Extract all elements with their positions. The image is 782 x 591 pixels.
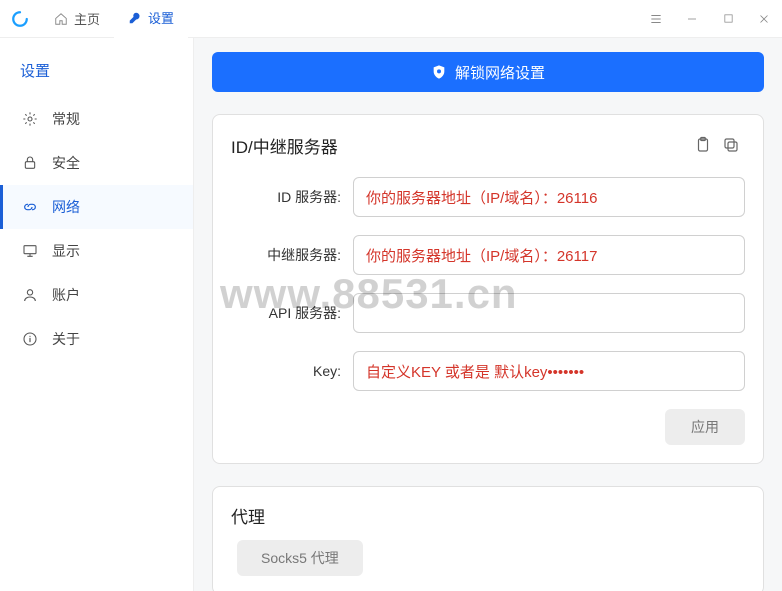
shield-icon: [431, 64, 447, 80]
wrench-icon: [128, 11, 142, 25]
sidebar-item-label: 关于: [52, 329, 80, 349]
unlock-network-button[interactable]: 解锁网络设置: [212, 52, 764, 92]
minimize-button[interactable]: [674, 0, 710, 38]
key-input[interactable]: [353, 351, 745, 391]
gear-icon: [22, 111, 38, 127]
tab-home[interactable]: 主页: [40, 0, 114, 38]
user-icon: [22, 287, 38, 303]
relay-server-card: ID/中继服务器 ID 服务器: 中继服务器: API 服务器:: [212, 114, 764, 464]
sidebar-item-label: 账户: [52, 285, 80, 305]
main-panel: 解锁网络设置 ID/中继服务器 ID 服务器: 中继服务器:: [194, 38, 782, 591]
paste-button[interactable]: [689, 131, 717, 159]
tab-settings-label: 设置: [148, 8, 174, 27]
menu-button[interactable]: [638, 0, 674, 38]
sidebar-item-label: 网络: [52, 197, 80, 217]
copy-button[interactable]: [717, 131, 745, 159]
relay-server-label: 中继服务器:: [231, 245, 353, 265]
relay-card-title: ID/中继服务器: [231, 133, 689, 158]
id-server-input[interactable]: [353, 177, 745, 217]
sidebar: 设置 常规 安全 网络 显示: [0, 38, 194, 591]
titlebar: 主页 设置: [0, 0, 782, 38]
maximize-button[interactable]: [710, 0, 746, 38]
home-icon: [54, 12, 68, 26]
sidebar-item-label: 安全: [52, 153, 80, 173]
socks5-proxy-button[interactable]: Socks5 代理: [237, 540, 363, 576]
proxy-card-title: 代理: [231, 503, 745, 528]
close-button[interactable]: [746, 0, 782, 38]
sidebar-item-general[interactable]: 常规: [0, 97, 193, 141]
api-server-input[interactable]: [353, 293, 745, 333]
app-logo: [0, 10, 40, 28]
sidebar-item-display[interactable]: 显示: [0, 229, 193, 273]
sidebar-item-label: 常规: [52, 109, 80, 129]
sidebar-item-network[interactable]: 网络: [0, 185, 193, 229]
lock-icon: [22, 155, 38, 171]
tab-settings[interactable]: 设置: [114, 0, 188, 38]
sidebar-title: 设置: [0, 50, 193, 97]
key-label: Key:: [231, 363, 353, 379]
sidebar-item-account[interactable]: 账户: [0, 273, 193, 317]
unlock-label: 解锁网络设置: [455, 62, 545, 83]
relay-server-input[interactable]: [353, 235, 745, 275]
sidebar-item-security[interactable]: 安全: [0, 141, 193, 185]
proxy-card: 代理 Socks5 代理: [212, 486, 764, 591]
api-server-label: API 服务器:: [231, 303, 353, 323]
tab-home-label: 主页: [74, 9, 100, 28]
monitor-icon: [22, 243, 38, 259]
sidebar-item-about[interactable]: 关于: [0, 317, 193, 361]
sidebar-item-label: 显示: [52, 241, 80, 261]
apply-button[interactable]: 应用: [665, 409, 745, 445]
info-icon: [22, 331, 38, 347]
id-server-label: ID 服务器:: [231, 187, 353, 207]
link-icon: [22, 199, 38, 215]
